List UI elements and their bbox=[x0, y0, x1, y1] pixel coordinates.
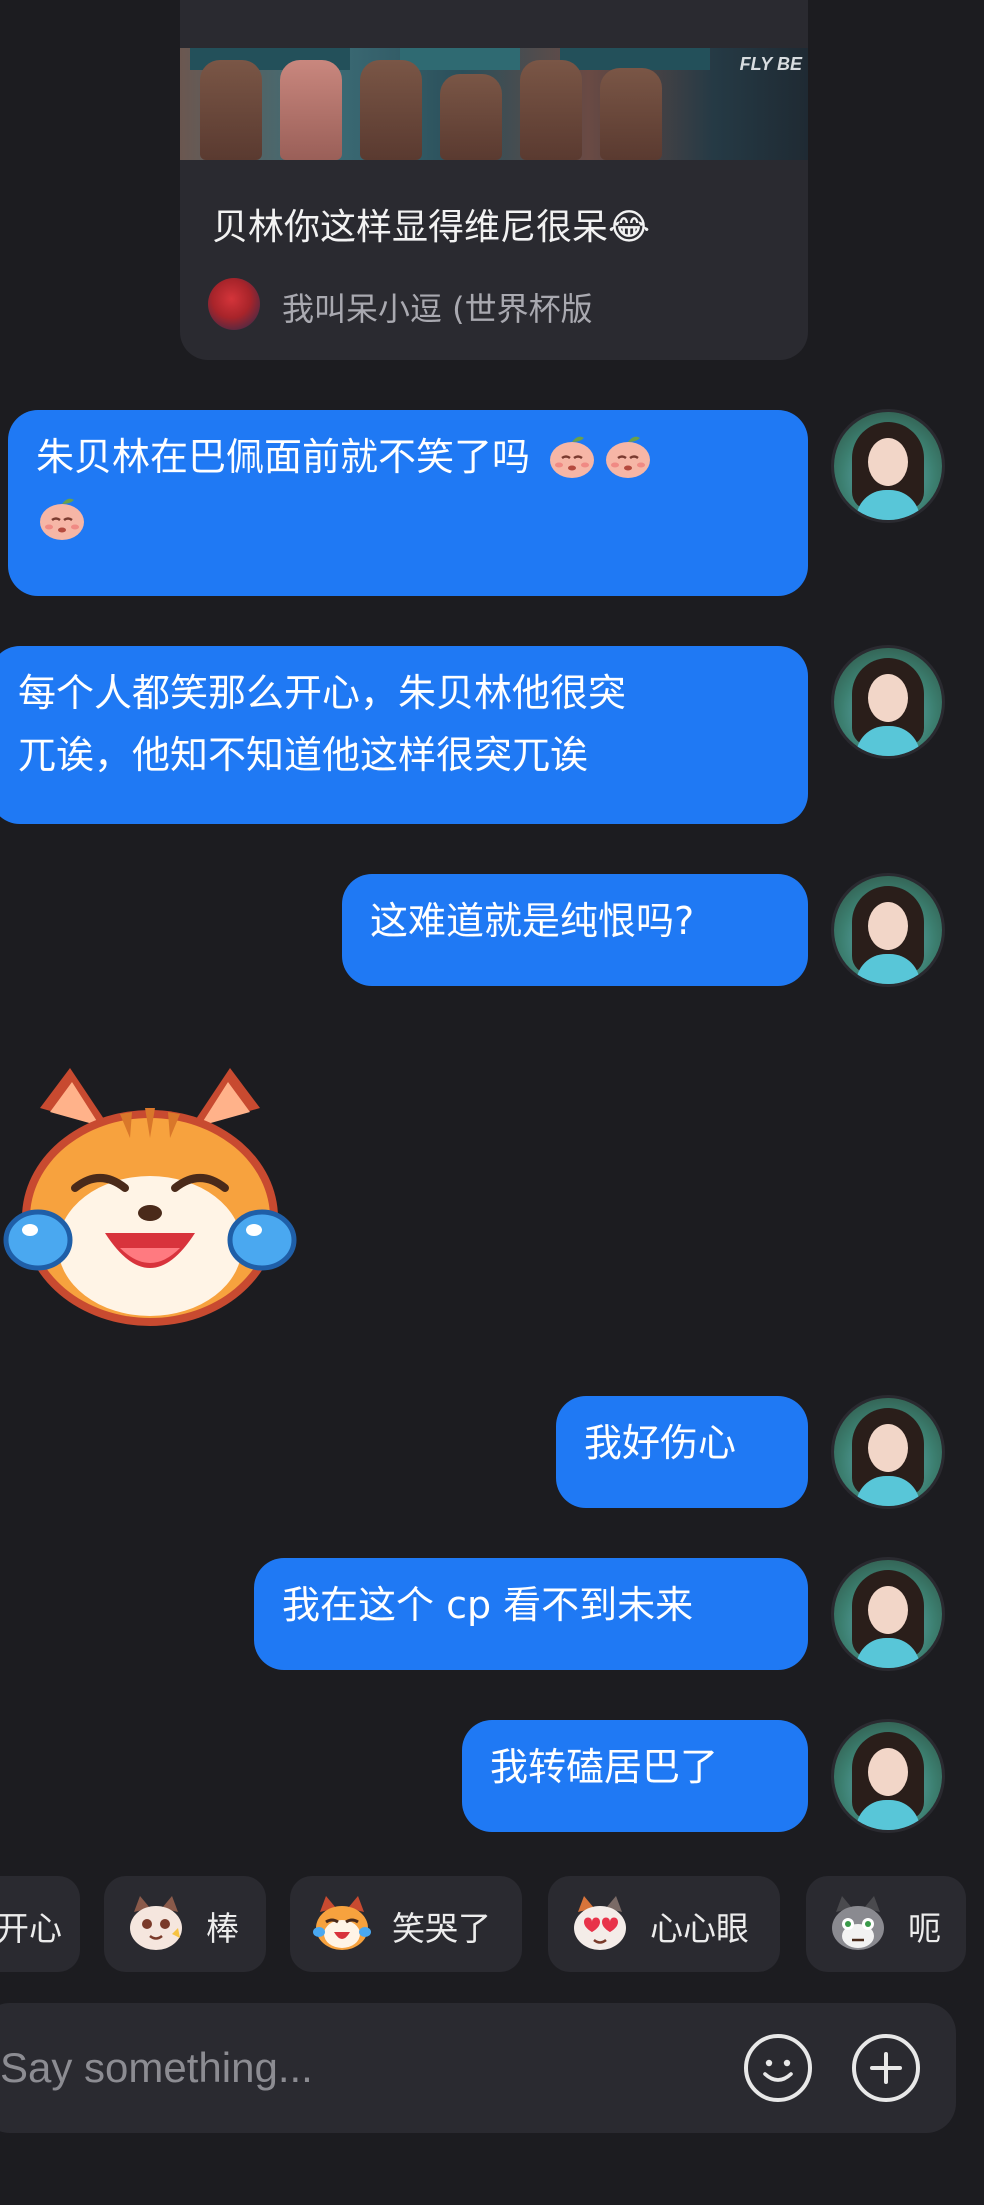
message-text: 朱贝林在巴佩面前就不笑了吗 bbox=[36, 435, 531, 479]
message-bubble[interactable]: 这难道就是纯恨吗? bbox=[342, 874, 808, 986]
message-bubble[interactable]: 我在这个 cp 看不到未来 bbox=[254, 1558, 808, 1670]
plus-icon bbox=[870, 2052, 902, 2084]
quick-reaction-chip[interactable]: 棒 bbox=[104, 1876, 266, 1972]
sad-peach-emoji-icon bbox=[550, 436, 595, 478]
quick-reaction-label: 呃 bbox=[908, 1909, 941, 1948]
quick-reaction-chip[interactable]: 笑哭了 bbox=[290, 1876, 522, 1972]
smiley-icon bbox=[763, 2059, 793, 2082]
quick-reaction-label: 心心眼 bbox=[650, 1909, 749, 1948]
sad-peach-emoji-icon bbox=[606, 436, 651, 478]
user-avatar[interactable] bbox=[834, 648, 942, 756]
awkward-cat-icon bbox=[832, 1896, 884, 1950]
laugh-cry-cat-icon bbox=[313, 1896, 371, 1950]
shared-post-author-avatar bbox=[208, 278, 260, 330]
message-text: 每个人都笑那么开心，朱贝林他很突 bbox=[18, 671, 627, 715]
message-text: 兀诶，他知不知道他这样很突兀诶 bbox=[18, 733, 589, 777]
quick-reaction-label: 开心 bbox=[0, 1909, 62, 1948]
user-avatar[interactable] bbox=[834, 876, 942, 984]
shared-post-title: 贝林你这样显得维尼很呆😂 bbox=[212, 207, 651, 248]
quick-reaction-chip[interactable]: 呃 bbox=[806, 1876, 966, 1972]
quick-reaction-label: 棒 bbox=[206, 1909, 239, 1948]
shared-post-card[interactable]: FLY BE 贝林你这样显得维尼很呆😂 我叫呆小逗 (世界杯版 bbox=[180, 0, 808, 360]
message-text: 我好伤心 bbox=[584, 1421, 737, 1465]
shared-post-image: FLY BE bbox=[180, 48, 808, 160]
quick-reaction-chip[interactable]: 开心 bbox=[0, 1876, 80, 1972]
shared-post-author: 我叫呆小逗 (世界杯版 bbox=[282, 290, 593, 328]
user-avatar[interactable] bbox=[834, 1560, 942, 1668]
message-bubble[interactable]: 我好伤心 bbox=[556, 1396, 808, 1508]
message-bubble[interactable]: 我转磕居巴了 bbox=[462, 1720, 808, 1832]
heart-eyes-cat-icon bbox=[574, 1896, 626, 1950]
message-bubble[interactable]: 朱贝林在巴佩面前就不笑了吗 bbox=[8, 410, 808, 596]
laughing-crying-cat-sticker[interactable] bbox=[0, 1068, 300, 1328]
quick-reaction-chip[interactable]: 心心眼 bbox=[548, 1876, 780, 1972]
add-button[interactable] bbox=[852, 2034, 920, 2102]
shared-post-image-text: FLY BE bbox=[739, 54, 802, 74]
message-text: 我在这个 cp 看不到未来 bbox=[282, 1583, 694, 1627]
sad-peach-emoji-icon bbox=[40, 498, 84, 540]
message-text: 这难道就是纯恨吗? bbox=[370, 899, 695, 943]
thumbs-cat-icon bbox=[130, 1896, 182, 1950]
user-avatar[interactable] bbox=[834, 1722, 942, 1830]
quick-reaction-label: 笑哭了 bbox=[392, 1909, 491, 1948]
user-avatar[interactable] bbox=[834, 412, 942, 520]
message-text: 我转磕居巴了 bbox=[490, 1745, 719, 1789]
message-bubble[interactable]: 每个人都笑那么开心，朱贝林他很突 兀诶，他知不知道他这样很突兀诶 bbox=[0, 646, 808, 824]
user-avatar[interactable] bbox=[834, 1398, 942, 1506]
emoji-button[interactable] bbox=[744, 2034, 812, 2102]
message-input[interactable]: Say something... bbox=[0, 2044, 313, 2092]
